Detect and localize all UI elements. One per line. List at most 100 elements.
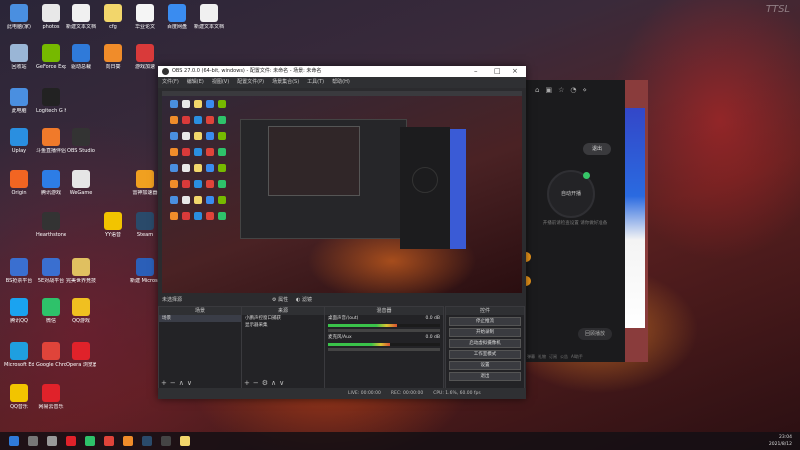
desktop-icon[interactable]: 新建文本文档(2): [66, 4, 96, 30]
desktop-icon[interactable]: Logitech G HUB: [36, 88, 66, 114]
chrome-icon[interactable]: [104, 436, 114, 446]
desktop-icon[interactable]: 微信: [36, 298, 66, 324]
controls-header: 控件: [446, 307, 524, 315]
desktop-icon[interactable]: 回收站: [4, 44, 34, 70]
system-tray-clock[interactable]: 23:04 2021/8/12: [769, 434, 792, 448]
live-app-tab[interactable]: 订阅: [549, 354, 557, 360]
volume-slider[interactable]: [328, 348, 440, 351]
desktop-icon[interactable]: YY语音: [98, 212, 128, 238]
exit-live-button[interactable]: 退出: [583, 143, 611, 155]
lock-icon[interactable]: ⌂: [535, 86, 539, 94]
desktop-icon[interactable]: QQ游戏: [66, 298, 96, 324]
desktop-icon[interactable]: Origin: [4, 170, 34, 196]
desktop-icon[interactable]: 腾讯游戏: [36, 170, 66, 196]
live-assistant-window[interactable]: ⌂ ▣ ☆ ◔ ⋄ 退出 自动开播 开播前请检查设置 请你做好准备 回顾播放 弹…: [525, 80, 625, 362]
menu-item[interactable]: 工具(T): [307, 77, 324, 88]
obs-icon[interactable]: [161, 436, 171, 446]
menu-item[interactable]: 视图(V): [212, 77, 229, 88]
desktop-icon[interactable]: 游戏加速: [130, 44, 160, 70]
source-item[interactable]: 显示器采集: [242, 322, 324, 329]
volume-slider[interactable]: [328, 329, 440, 332]
desktop-icon-label: 腾讯游戏: [40, 190, 61, 196]
menu-item[interactable]: 编辑(E): [187, 77, 204, 88]
desktop-icon[interactable]: 新建文本文档: [194, 4, 224, 30]
replay-button[interactable]: 回顾播放: [578, 328, 612, 340]
preview-mini-icon: [182, 164, 190, 172]
game-icon[interactable]: [123, 436, 133, 446]
folder-icon[interactable]: [180, 436, 190, 446]
desktop-icon[interactable]: BS抢票平台: [4, 258, 34, 284]
desktop-icon[interactable]: Opera 浏览器: [66, 342, 96, 368]
live-app-tab[interactable]: 弹幕: [527, 354, 535, 360]
desktop-icon[interactable]: Hearthstone Deck Trac...: [36, 212, 66, 238]
netease-icon[interactable]: [66, 436, 76, 446]
desktop-icon[interactable]: Steam: [130, 212, 160, 238]
app-icon: [136, 212, 154, 230]
steam-icon[interactable]: [142, 436, 152, 446]
live-app-tab[interactable]: 公告: [560, 354, 568, 360]
desktop-icon[interactable]: 此电脑: [4, 88, 34, 114]
source-item[interactable]: 小鹏声控窗口捕获: [242, 315, 324, 322]
desktop-icon[interactable]: QQ音乐: [4, 384, 34, 410]
taskview-icon[interactable]: [47, 436, 57, 446]
desktop-icon[interactable]: 华业论文: [130, 4, 160, 30]
scene-item[interactable]: 场景: [159, 315, 241, 322]
desktop-icon[interactable]: 雷神加速器: [130, 170, 160, 196]
menu-item[interactable]: 文件(F): [162, 77, 179, 88]
close-icon[interactable]: ×: [512, 66, 518, 77]
control-button[interactable]: 退出: [449, 372, 521, 381]
desktop-icon[interactable]: 百度网盘: [162, 4, 192, 30]
bell-icon[interactable]: ◔: [570, 86, 576, 94]
live-app-tab[interactable]: AI助手: [571, 354, 583, 360]
control-button[interactable]: 启动虚拟摄像机: [449, 339, 521, 348]
app-icon: [136, 4, 154, 22]
maximize-icon[interactable]: □: [494, 66, 501, 77]
desktop-icon-label: 新建文本文档: [194, 24, 224, 30]
mixer-header: 混音器: [325, 307, 443, 315]
desktop-icon[interactable]: Uplay: [4, 128, 34, 154]
control-button[interactable]: 设置: [449, 361, 521, 370]
obs-titlebar[interactable]: OBS 27.0.0 (64-bit, windows) - 配置文件: 未命名…: [158, 66, 526, 77]
preview-mini-icon: [170, 116, 178, 124]
menu-item[interactable]: 配置文件(P): [237, 77, 264, 88]
wechat-icon[interactable]: [85, 436, 95, 446]
filters-button[interactable]: ◐ 滤镜: [296, 296, 312, 305]
desktop-icon-label: WeGame: [69, 190, 93, 196]
desktop-icon[interactable]: photos: [36, 4, 66, 30]
desktop-icon[interactable]: 腾讯QQ: [4, 298, 34, 324]
start-icon[interactable]: [9, 436, 19, 446]
share-icon[interactable]: ⋄: [582, 86, 586, 94]
menu-item[interactable]: 场景集合(S): [272, 77, 299, 88]
properties-button[interactable]: ⚙ 属性: [272, 296, 288, 305]
menu-item[interactable]: 帮助(H): [332, 77, 350, 88]
obs-preview-canvas[interactable]: [162, 91, 522, 293]
desktop-icon[interactable]: 完美世界竞技平台: [66, 258, 96, 284]
desktop-icon[interactable]: WeGame: [66, 170, 96, 196]
scenes-header: 场景: [159, 307, 241, 315]
desktop-icon[interactable]: 网易云音乐: [36, 384, 66, 410]
preview-mini-icon: [194, 116, 202, 124]
gift-icon[interactable]: ▣: [545, 86, 552, 94]
obs-window[interactable]: OBS 27.0.0 (64-bit, windows) - 配置文件: 未命名…: [158, 66, 526, 399]
desktop-icon[interactable]: cfg: [98, 4, 128, 30]
controls-panel: 控件 停止推流开始录制启动虚拟摄像机 工作室模式设置退出: [445, 306, 525, 390]
desktop-icon[interactable]: 新建 Microsoft...: [130, 258, 160, 284]
star-icon[interactable]: ☆: [558, 86, 564, 94]
desktop-icon[interactable]: OBS Studio: [66, 128, 96, 154]
control-button[interactable]: 工作室模式: [449, 350, 521, 359]
desktop-icon[interactable]: Microsoft Edge: [4, 342, 34, 368]
control-button[interactable]: 停止推流: [449, 317, 521, 326]
scene-controls[interactable]: +−∧∨: [161, 379, 195, 387]
desktop-icon[interactable]: 此电脑(家): [4, 4, 34, 30]
desktop-icon[interactable]: 驱动总裁: [66, 44, 96, 70]
live-app-tab[interactable]: 礼物: [538, 354, 546, 360]
control-button[interactable]: 开始录制: [449, 328, 521, 337]
desktop-icon[interactable]: GeForce Experience: [36, 44, 66, 70]
desktop-icon[interactable]: 5E对战平台: [36, 258, 66, 284]
minimize-icon[interactable]: –: [474, 66, 478, 77]
desktop-icon[interactable]: Google Chrome: [36, 342, 66, 368]
desktop-icon[interactable]: 向日葵: [98, 44, 128, 70]
search-icon[interactable]: [28, 436, 38, 446]
source-controls[interactable]: +−⚙∧∨: [244, 379, 287, 387]
desktop-icon[interactable]: 斗鱼直播伴侣: [36, 128, 66, 154]
